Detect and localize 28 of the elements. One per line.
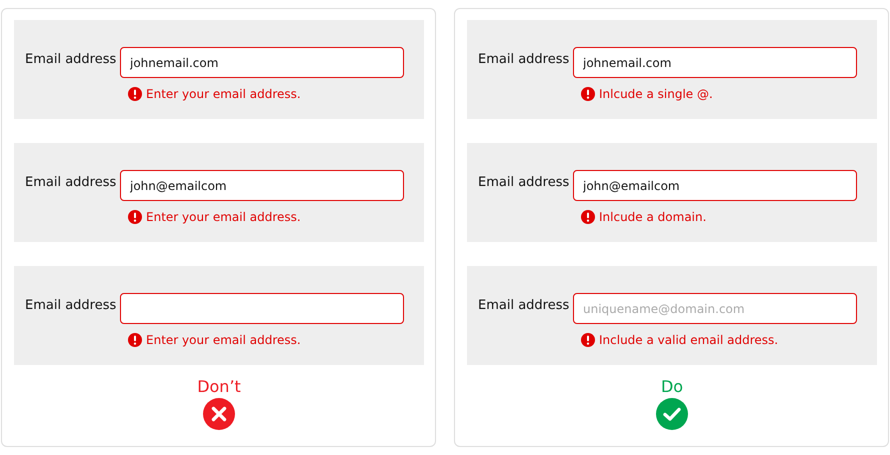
email-field[interactable]: john@emailcom: [573, 170, 857, 201]
field-label: Email address: [478, 51, 570, 69]
field-label: Email address: [25, 297, 118, 315]
error-message: Enter your email address.: [146, 87, 301, 101]
error-icon: [128, 333, 142, 347]
field-label: Email address: [478, 174, 570, 192]
email-field[interactable]: john@emailcom: [120, 170, 404, 201]
field-label: Email address: [478, 297, 570, 315]
field-label: Email address: [25, 174, 118, 192]
cross-icon: [203, 398, 235, 430]
error-icon: [581, 87, 595, 101]
email-field[interactable]: [120, 293, 404, 324]
error-icon: [581, 333, 595, 347]
verdict-label: Do: [660, 377, 684, 396]
error-message: Include a valid email address.: [599, 333, 778, 347]
error-icon: [128, 87, 142, 101]
error-message: Inlcude a domain.: [599, 210, 706, 224]
checkmark-icon: [656, 398, 688, 430]
error-icon: [128, 210, 142, 224]
field-label: Email address: [25, 51, 118, 69]
error-icon: [581, 210, 595, 224]
email-field[interactable]: johnemail.com: [120, 47, 404, 78]
error-message: Inlcude a single @.: [599, 87, 713, 101]
email-field[interactable]: uniquename@domain.com: [573, 293, 857, 324]
email-field[interactable]: johnemail.com: [573, 47, 857, 78]
verdict-label: Don’t: [197, 377, 241, 396]
error-message: Enter your email address.: [146, 333, 301, 347]
error-message: Enter your email address.: [146, 210, 301, 224]
